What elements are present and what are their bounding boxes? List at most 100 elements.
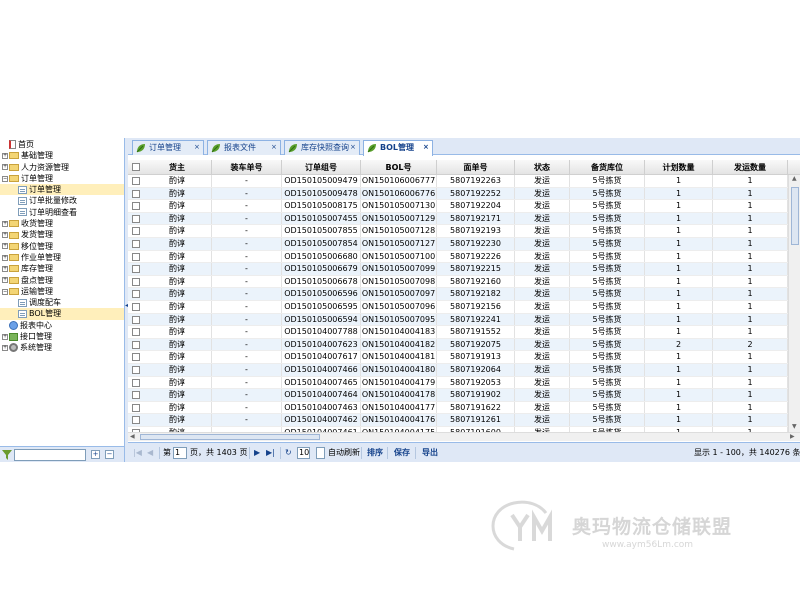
row-checkbox[interactable] [132,340,140,349]
tab[interactable]: BOL管理 × [363,140,433,156]
export-button[interactable]: 导出 [422,447,438,459]
sidebar-item[interactable]: + 作业单管理 [0,252,124,263]
sidebar-item[interactable]: + 基础管理 [0,150,124,161]
row-checkbox[interactable] [132,366,140,374]
row-checkbox[interactable] [132,189,140,198]
row-checkbox[interactable] [132,328,140,337]
row-checkbox[interactable] [132,277,140,286]
table-row[interactable]: 酌谆 - OD150104007788 ON150104004183 580719155… [128,326,788,339]
sidebar-item[interactable]: + 接口管理 [0,331,124,342]
expand-all-icon[interactable]: + [91,450,100,459]
tab-close-icon[interactable]: × [271,144,278,151]
row-checkbox[interactable] [132,315,140,324]
expand-icon[interactable]: + [2,232,8,239]
auto-refresh-checkbox[interactable] [316,447,325,459]
table-row[interactable]: 酌谆 - OD150105009478 ON150106006776 580719225… [128,187,788,201]
sidebar-item[interactable]: + 移位管理 [0,241,124,252]
page-size-input[interactable]: 10 [297,447,310,459]
collapse-all-icon[interactable]: − [105,450,114,459]
save-button[interactable]: 保存 [394,447,410,459]
collapse-icon[interactable]: − [2,175,8,182]
row-checkbox[interactable] [132,214,140,223]
sidebar-item[interactable]: − 运输管理 [0,286,124,297]
row-checkbox[interactable] [132,403,140,412]
expand-icon[interactable]: + [2,344,8,351]
sidebar-item[interactable]: + 人力资源管理 [0,162,124,173]
last-page-button[interactable]: ▶| [266,447,275,459]
sidebar-item[interactable]: + 系统管理 [0,342,124,353]
expand-icon[interactable]: + [2,243,8,250]
sidebar-item[interactable]: 调度配车 [0,297,124,308]
expand-icon[interactable]: + [2,277,8,284]
first-page-button[interactable]: |◀ [133,447,142,459]
column-header[interactable]: 装车单号 [212,160,282,175]
table-row[interactable]: 酌谆 - OD150105006595 ON150105007096 580719215… [128,301,788,314]
sidebar-item[interactable]: 订单批量修改 [0,195,124,206]
tab[interactable]: 库存快照查询 × [284,140,360,155]
filter-icon[interactable] [2,449,12,460]
row-checkbox[interactable] [132,391,140,400]
scroll-up-icon[interactable]: ▲ [792,175,797,183]
table-row[interactable]: 酌谆 - OD150104007466 ON150104004180 580719206… [128,364,788,377]
select-all-checkbox[interactable] [132,163,140,171]
horizontal-scroll-thumb[interactable] [140,434,320,440]
expand-icon[interactable]: + [2,152,8,159]
row-checkbox[interactable] [132,202,140,211]
column-header[interactable]: BOL号 [361,160,437,175]
scroll-down-icon[interactable]: ▼ [792,423,797,431]
row-checkbox[interactable] [132,252,140,261]
tree-filter-input[interactable] [14,448,86,461]
scroll-left-icon[interactable]: ◀ [130,433,135,441]
sidebar-item[interactable]: BOL管理 [0,308,124,320]
next-page-button[interactable]: ▶ [254,447,260,459]
row-checkbox[interactable] [132,177,140,185]
table-row[interactable]: 酌谆 - OD150105006679 ON150105007099 580719221… [128,263,788,276]
expand-icon[interactable]: + [2,220,8,227]
sidebar-item[interactable]: 订单明细查看 [0,207,124,218]
table-row[interactable]: 酌谆 - OD150105006678 ON150105007098 580719216… [128,275,788,289]
sort-button[interactable]: 排序 [367,447,383,459]
table-row[interactable]: 酌谆 - OD150105006594 ON150105007095 580719224… [128,313,788,327]
column-header[interactable]: 备货库位 [570,160,645,175]
row-checkbox[interactable] [132,265,140,274]
table-row[interactable]: 酌谆 - OD150104007464 ON150104004178 580719190… [128,389,788,402]
row-checkbox[interactable] [132,416,140,425]
table-row[interactable]: 酌谆 - OD150104007465 ON150104004179 580719205… [128,376,788,390]
tab[interactable]: 订单管理 × [132,140,204,155]
sidebar-item[interactable]: 首页 [0,139,124,150]
refresh-icon[interactable]: ↻ [285,447,292,459]
sidebar-item[interactable]: + 盘点管理 [0,275,124,286]
column-header[interactable]: 面单号 [437,160,515,175]
column-header[interactable]: 订单组号 [282,160,361,175]
table-row[interactable]: 酌谆 - OD150105006596 ON150105007097 580719218… [128,288,788,301]
expand-icon[interactable]: + [2,254,8,261]
vertical-scrollbar[interactable]: ▲ ▼ [788,175,800,432]
row-checkbox[interactable] [132,378,140,387]
tab-close-icon[interactable]: × [423,144,430,151]
sidebar-item[interactable]: + 库存管理 [0,263,124,274]
vertical-scroll-thumb[interactable] [791,187,799,245]
row-checkbox[interactable] [132,240,140,248]
tab-close-icon[interactable]: × [350,144,357,151]
table-row[interactable]: 酌谆 - OD150104007463 ON150104004177 580719162… [128,401,788,415]
sidebar-item[interactable]: + 收货管理 [0,218,124,229]
sidebar-item[interactable]: − 订单管理 [0,173,124,184]
expand-icon[interactable]: + [2,265,8,272]
expand-icon[interactable]: + [2,333,8,340]
row-checkbox[interactable] [132,353,140,362]
sidebar-item[interactable]: + 发货管理 [0,229,124,240]
table-row[interactable]: 酌谆 - OD150104007462 ON150104004176 580719126… [128,414,788,427]
column-header[interactable]: 货主 [143,160,212,175]
column-header[interactable]: 计划数量 [645,160,713,175]
tab-close-icon[interactable]: × [194,144,201,151]
horizontal-scrollbar[interactable]: ◀ ▶ [128,432,800,441]
collapse-icon[interactable]: − [2,288,8,295]
row-checkbox[interactable] [132,303,140,311]
table-row[interactable]: 酌谆 - OD150105006680 ON150105007100 580719222… [128,250,788,264]
column-header[interactable]: 发运数量 [713,160,788,175]
sidebar-item[interactable]: 报表中心 [0,320,124,331]
table-row[interactable]: 酌谆 - OD150105007855 ON150105007128 580719219… [128,225,788,238]
table-row[interactable]: 酌谆 - OD150104007617 ON150104004181 580719191… [128,351,788,364]
column-header[interactable]: 状态 [515,160,570,175]
expand-icon[interactable]: + [2,164,8,171]
